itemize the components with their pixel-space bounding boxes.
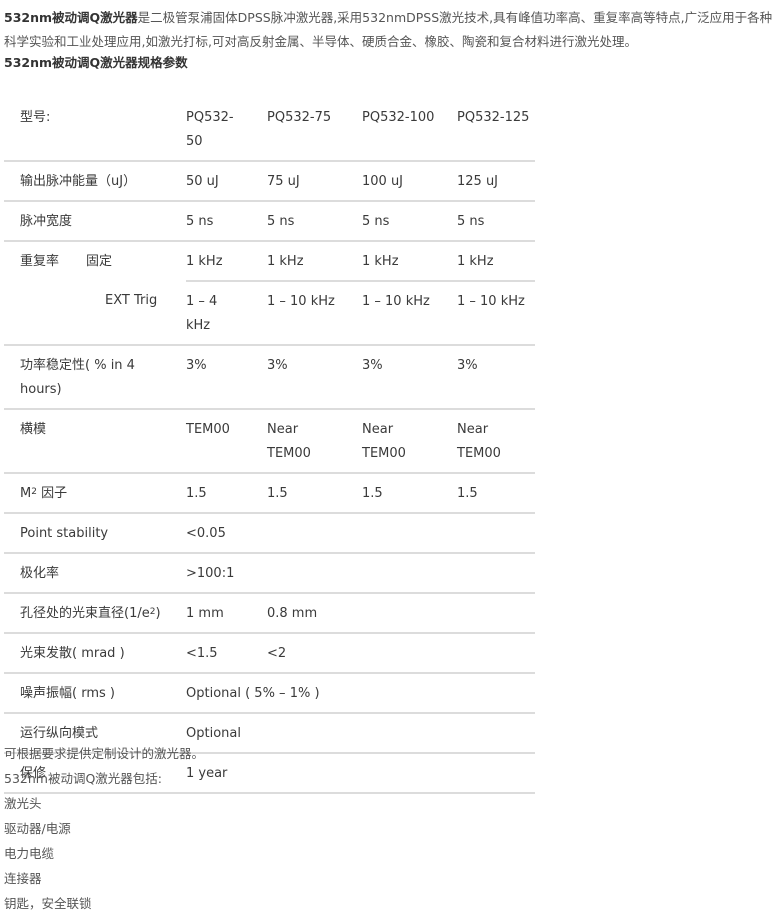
row-label: 噪声振幅( rms ) xyxy=(4,673,186,714)
table-cell: Near TEM00 xyxy=(362,409,457,474)
table-cell: 3% xyxy=(457,345,535,410)
intro-line-2: 科学实验和工业处理应用,如激光打标,可对高反射金属、半导体、硬质合金、橡胶、陶瓷… xyxy=(4,34,637,49)
table-cell: 5 ns xyxy=(457,201,535,242)
row-label: 功率稳定性( % in 4 hours) xyxy=(4,345,186,410)
table-cell: 1 – 10 kHz xyxy=(267,281,362,346)
table-cell: PQ532- 50 xyxy=(186,98,267,162)
table-cell: 5 ns xyxy=(362,201,457,242)
row-label: 孔径处的光束直径(1/e2) xyxy=(4,593,186,634)
table-cell: >100:1 xyxy=(186,553,535,594)
table-cell: 100 uJ xyxy=(362,161,457,202)
row-label: M2 因子 xyxy=(4,473,186,514)
table-cell: Near TEM00 xyxy=(457,409,535,474)
table-cell: 1 – 10 kHz xyxy=(362,281,457,346)
table-row-m2: M2 因子 1.5 1.5 1.5 1.5 xyxy=(4,473,535,514)
table-cell: 1 kHz xyxy=(457,241,535,282)
list-item: 驱动器/电源 xyxy=(4,821,71,836)
table-row-power-stability: 功率稳定性( % in 4 hours) 3% 3% 3% 3% xyxy=(4,345,535,410)
table-cell: 75 uJ xyxy=(267,161,362,202)
table-cell: <0.05 xyxy=(186,513,535,554)
list-item: 钥匙，安全联锁 xyxy=(4,896,92,911)
table-row-beam-diameter: 孔径处的光束直径(1/e2) 1 mm 0.8 mm xyxy=(4,593,535,634)
table-row-model: 型号: PQ532- 50 PQ532-75 PQ532-100 PQ532-12… xyxy=(4,98,535,162)
intro-line-1: 532nm被动调Q激光器是二极管泵浦固体DPSS脉冲激光器,采用532nmDPS… xyxy=(4,6,780,30)
table-row-noise: 噪声振幅( rms ) Optional ( 5% – 1% ) xyxy=(4,673,535,714)
list-item: 电力电缆 xyxy=(4,846,55,861)
table-cell: 1.5 xyxy=(186,473,267,514)
table-row-divergence: 光束发散( mrad ) <1.5 <2 xyxy=(4,633,535,674)
row-label: 输出脉冲能量（uJ） xyxy=(4,161,186,202)
table-cell: 1 – 10 kHz xyxy=(457,281,535,346)
outro-list: 可根据要求提供定制设计的激光器。 532nm被动调Q激光器包括: 激光头 驱动器… xyxy=(4,741,204,916)
table-cell: TEM00 xyxy=(186,409,267,474)
table-cell: 3% xyxy=(186,345,267,410)
product-name: 532nm被动调Q激光器 xyxy=(4,10,138,25)
table-cell: 1 kHz xyxy=(362,241,457,282)
table-cell: Near TEM00 xyxy=(267,409,362,474)
row-label: 极化率 xyxy=(4,553,186,594)
table-cell: PQ532-75 xyxy=(267,98,362,162)
table-row-point-stability: Point stability <0.05 xyxy=(4,513,535,554)
table-cell: PQ532-125 xyxy=(457,98,535,162)
row-label: 型号: xyxy=(4,98,186,162)
list-item: 532nm被动调Q激光器包括: xyxy=(4,771,163,786)
table-row-pulse-energy: 输出脉冲能量（uJ） 50 uJ 75 uJ 100 uJ 125 uJ xyxy=(4,161,535,202)
table-cell: 1 mm xyxy=(186,593,267,634)
table-cell: 0.8 mm xyxy=(267,593,535,634)
table-row-transverse-mode: 横模 TEM00 Near TEM00 Near TEM00 Near TEM00 xyxy=(4,409,535,474)
table-cell: 3% xyxy=(267,345,362,410)
rep-rate-label: 重复率 xyxy=(20,254,60,269)
table-row-rep-rate-fixed: 重复率 固定 1 kHz 1 kHz 1 kHz 1 kHz xyxy=(4,241,535,282)
table-cell: 1 – 4 kHz xyxy=(186,281,267,346)
row-label: EXT Trig xyxy=(4,281,186,346)
table-cell: 5 ns xyxy=(267,201,362,242)
table-cell: Optional xyxy=(186,713,535,754)
table-cell: 3% xyxy=(362,345,457,410)
spec-title: 532nm被动调Q激光器规格参数 xyxy=(4,55,188,70)
row-label: 脉冲宽度 xyxy=(4,201,186,242)
table-cell: 5 ns xyxy=(186,201,267,242)
intro-paragraph: 532nm被动调Q激光器是二极管泵浦固体DPSS脉冲激光器,采用532nmDPS… xyxy=(4,6,780,54)
table-cell: 1 kHz xyxy=(267,241,362,282)
table-row-rep-rate-ext: EXT Trig 1 – 4 kHz 1 – 10 kHz 1 – 10 kHz … xyxy=(4,281,535,346)
table-cell: 1 year xyxy=(186,753,535,794)
intro-text-1: 是二极管泵浦固体DPSS脉冲激光器,采用532nmDPSS激光技术,具有峰值功率… xyxy=(137,10,773,25)
row-label: 光束发散( mrad ) xyxy=(4,633,186,674)
list-item: 激光头 xyxy=(4,796,42,811)
spec-table: 型号: PQ532- 50 PQ532-75 PQ532-100 PQ532-12… xyxy=(4,98,535,794)
table-row-polarization: 极化率 >100:1 xyxy=(4,553,535,594)
table-cell: PQ532-100 xyxy=(362,98,457,162)
table-row-pulse-width: 脉冲宽度 5 ns 5 ns 5 ns 5 ns xyxy=(4,201,535,242)
table-cell: <1.5 xyxy=(186,633,267,674)
row-label: 重复率 固定 xyxy=(4,241,186,281)
row-label: Point stability xyxy=(4,513,186,554)
list-item: 连接器 xyxy=(4,871,42,886)
table-cell: 1.5 xyxy=(267,473,362,514)
ext-trig-label: EXT Trig xyxy=(105,293,158,308)
fixed-label: 固定 xyxy=(86,254,113,269)
table-cell: 1.5 xyxy=(362,473,457,514)
table-cell: <2 xyxy=(267,633,535,674)
table-cell: 1.5 xyxy=(457,473,535,514)
table-cell: 50 uJ xyxy=(186,161,267,202)
list-item: 可根据要求提供定制设计的激光器。 xyxy=(4,746,205,761)
table-cell: 1 kHz xyxy=(186,241,267,282)
row-label: 横模 xyxy=(4,409,186,474)
table-cell: Optional ( 5% – 1% ) xyxy=(186,673,535,714)
table-cell: 125 uJ xyxy=(457,161,535,202)
